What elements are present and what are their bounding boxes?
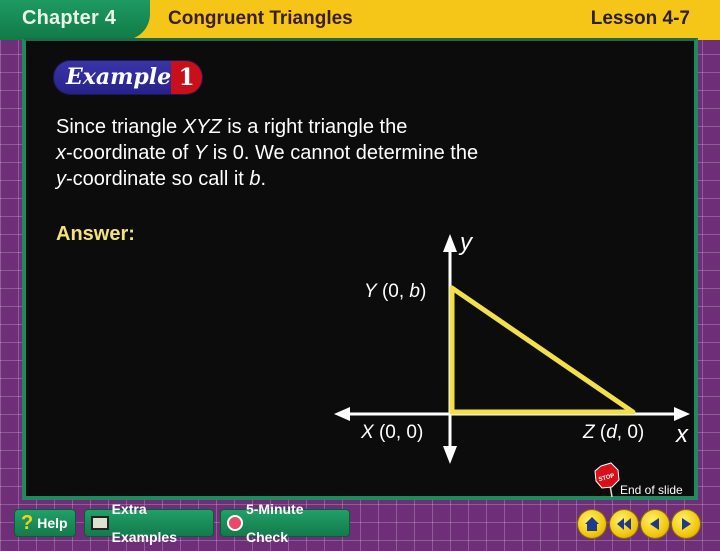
right-triangle-xyz [449,285,636,415]
computer-icon [91,516,109,530]
home-button[interactable] [578,510,606,538]
text-run: (0, [377,281,410,302]
end-of-slide-text: End of slide [620,483,683,497]
x-axis-label: x [675,421,689,448]
extra-examples-button[interactable]: Extra Examples [84,501,214,545]
five-minute-check-label: 5-Minute Check [245,501,304,545]
coordinate-graph: y x Y (0, b) X (0, 0) Z (d, 0) STOP [334,229,690,498]
extra-examples-label: Extra Examples [111,501,177,545]
point-y-label: Y (0, b) [364,281,426,302]
point-x-label: X (0, 0) [360,422,423,443]
next-arrow-icon [682,518,691,530]
stop-sign-icon[interactable]: STOP [594,462,620,498]
text-run: , 0) [617,422,644,443]
y-axis-label: y [458,229,474,256]
point-z-label: Z (d, 0) [582,422,644,443]
text-run: b [409,281,420,302]
help-button[interactable]: ? Help [14,509,76,537]
question-mark-icon: ? [21,512,34,534]
help-label: Help [37,515,68,531]
y-axis-up-arrow [443,234,457,252]
rewind-icon [617,518,631,530]
previous-arrow-icon [650,518,659,530]
first-slide-button[interactable] [610,510,638,538]
five-minute-check-button[interactable]: 5-Minute Check [220,501,350,545]
text-run: (0, 0) [374,422,424,443]
text-run: ) [420,281,426,302]
x-axis-left-arrow [334,407,350,421]
home-icon [585,517,599,531]
next-slide-button[interactable] [672,510,700,538]
stopwatch-icon [227,515,243,531]
x-axis-right-arrow [674,407,690,421]
previous-slide-button[interactable] [641,510,669,538]
text-run: ( [595,422,607,443]
y-axis-down-arrow [443,446,457,464]
